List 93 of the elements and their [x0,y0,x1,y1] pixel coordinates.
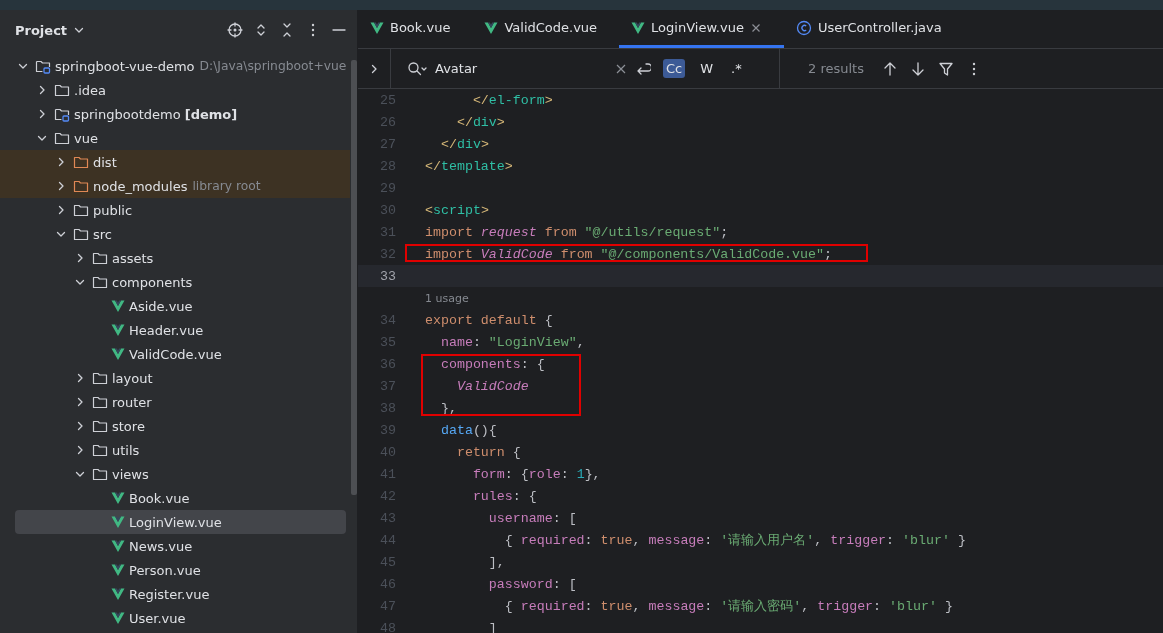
code-line: export default { [425,312,553,328]
vue-icon [111,323,125,337]
tree-item[interactable]: Header.vue [0,318,346,342]
vue-icon [111,539,125,553]
filter-icon[interactable] [938,60,954,77]
tree-item[interactable]: ValidCode.vue [0,342,346,366]
vue-icon [111,587,125,601]
code-line: </el-form> [471,92,553,108]
folder-icon [54,130,70,146]
vue-icon [111,299,125,313]
editor-tab[interactable]: LoginView.vue [619,10,784,48]
code-line: ], [487,554,505,570]
code-line: import request from "@/utils/request"; [425,224,729,240]
vue-icon [631,20,646,35]
tree-item[interactable]: store [0,414,346,438]
folder-icon [73,154,89,170]
code-line: return { [455,444,521,460]
line-number: 33 [379,268,397,284]
newline-icon[interactable] [635,60,651,77]
tree-item[interactable]: Aside.vue [0,294,346,318]
tree-item[interactable]: springboot-vue-demo D:\Java\springboot+vue [0,54,346,78]
code-line: { required: true, message: '请输入密码', trigger: 'blur' } [503,598,953,615]
tree-item[interactable]: vue [0,126,346,150]
tree-item[interactable]: layout [0,366,346,390]
search-option-toggle[interactable]: Cc [663,59,686,78]
code-line: import ValidCode from "@/components/ValidCode.vue"; [425,246,832,262]
vue-icon [111,611,125,625]
tree-item[interactable]: utils [0,438,346,462]
folder-icon [92,394,108,410]
vue-icon [111,491,125,505]
tree-item[interactable]: .idea [0,78,346,102]
usage-hint[interactable]: 1 usage [425,291,469,305]
editor-tab[interactable]: UserController.java [783,10,964,48]
vue-icon [111,515,125,529]
panel-title[interactable]: Project [15,22,68,38]
search-option-toggle[interactable]: .* [728,59,745,78]
arrow-up-icon[interactable] [882,60,898,77]
tree-item[interactable]: components [0,270,346,294]
tree-item[interactable]: views [0,462,346,486]
code-line: username: [ [487,510,577,526]
code-line: ValidCode [455,378,529,394]
vue-icon [111,563,125,577]
code-line: name: "LoginView", [439,334,585,350]
code-line: components: { [439,356,545,372]
folder-icon [73,178,89,194]
tree-item[interactable]: Book.vue [0,486,346,510]
arrow-down-icon[interactable] [910,60,926,77]
tree-item[interactable]: node_modules library root [0,174,350,198]
editor-tab[interactable]: Book.vue [358,10,473,48]
vue-icon [370,20,384,35]
tree-item[interactable]: News.vue [0,534,346,558]
tree-item[interactable]: Person.vue [0,558,346,582]
locate-icon[interactable] [227,22,243,38]
close-icon[interactable] [749,21,762,34]
module-folder-icon [54,106,70,122]
folder-icon [54,82,70,98]
folder-icon [92,370,108,386]
results-count: 2 results [808,61,865,76]
tree-item[interactable]: Register.vue [0,582,346,606]
vue-icon [111,347,125,361]
folder-icon [92,250,108,266]
search-icon[interactable] [407,60,427,77]
code-line: </div> [439,136,489,152]
tree-item[interactable]: User.vue [0,606,346,630]
tree-item[interactable]: assets [0,246,346,270]
code-line: { required: true, message: '请输入用户名', trigger: 'blur' } [503,532,966,549]
class-icon [795,19,812,36]
tree-item[interactable]: src [0,222,346,246]
folder-icon [92,442,108,458]
folder-icon [92,274,108,290]
search-field[interactable]: Avatar [435,61,607,76]
folder-icon [73,202,89,218]
code-line: <script> [425,202,489,218]
folder-icon [92,418,108,434]
clear-icon[interactable] [615,62,627,75]
code-line: </div> [455,114,505,130]
tree-item[interactable]: public [0,198,346,222]
folder-icon [92,466,108,482]
code-line: rules: { [471,488,537,504]
module-folder-icon [35,58,51,74]
tree-item[interactable]: dist [0,150,350,174]
code-line: data(){ [439,422,497,438]
code-line: </template> [425,158,513,174]
vue-icon [484,20,499,35]
scrollbar[interactable] [351,60,357,495]
editor-tab[interactable]: ValidCode.vue [472,10,620,48]
tree-item[interactable]: router [0,390,346,414]
code-line: form: {role: 1}, [471,466,601,482]
search-option-toggle[interactable]: W [697,59,717,78]
tree-item[interactable]: LoginView.vue [15,510,346,534]
folder-icon [73,226,89,242]
code-line: password: [ [487,576,577,592]
tree-item[interactable]: springbootdemo [demo] [0,102,346,126]
